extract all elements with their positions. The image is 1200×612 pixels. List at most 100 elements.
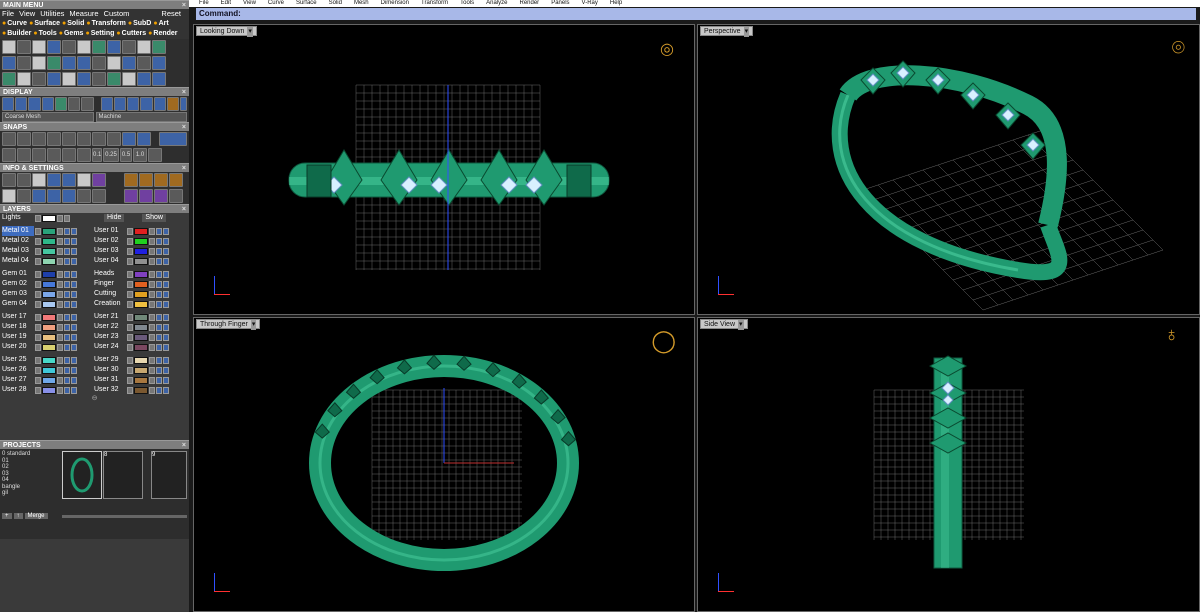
tool-icon[interactable] <box>47 40 61 54</box>
chevron-down-icon[interactable]: ▾ <box>250 320 257 330</box>
sphere-icon[interactable] <box>127 97 140 111</box>
layer-name[interactable]: Metal 03 <box>2 246 34 256</box>
layer-color-swatch[interactable] <box>134 356 148 364</box>
add-project-button[interactable]: + <box>2 513 12 519</box>
layer-menu[interactable] <box>163 270 169 278</box>
layer-menu[interactable] <box>156 323 162 331</box>
top-menu-item[interactable]: Help <box>610 0 622 7</box>
lock-icon[interactable] <box>92 189 106 203</box>
lock-icon[interactable] <box>57 280 63 288</box>
lock-icon[interactable] <box>149 257 155 265</box>
layer-name[interactable]: Gem 03 <box>2 289 34 299</box>
scroll-icon[interactable] <box>179 97 188 111</box>
layer-name[interactable]: Gem 04 <box>2 299 34 309</box>
layer-toggle[interactable] <box>35 247 41 255</box>
chevron-down-icon[interactable]: ▾ <box>738 320 744 330</box>
viewport-side[interactable]: Side View ▾ ♁ <box>697 317 1200 612</box>
layer-menu[interactable] <box>64 270 70 278</box>
lock-icon[interactable] <box>149 386 155 394</box>
smarttrack-icon[interactable] <box>62 148 76 162</box>
mesh-select[interactable]: Coarse Mesh <box>2 112 94 122</box>
xray-view-icon[interactable] <box>54 97 68 111</box>
layer-name[interactable]: Heads <box>94 269 126 279</box>
tab-tools[interactable]: ●Tools <box>33 29 56 39</box>
layer-toggle[interactable] <box>127 280 133 288</box>
layer-menu[interactable] <box>163 333 169 341</box>
layer-color-swatch[interactable] <box>42 313 56 321</box>
sphere-icon[interactable] <box>113 97 127 111</box>
menu-measure[interactable]: Measure <box>69 9 98 19</box>
collapse-icon[interactable]: ⊖ <box>0 395 189 402</box>
project-icon[interactable] <box>32 148 46 162</box>
layer-toggle[interactable] <box>127 290 133 298</box>
top-menu-item[interactable]: V-Ray <box>582 0 598 7</box>
close-icon[interactable]: × <box>182 441 189 449</box>
tool-icon[interactable] <box>137 56 151 70</box>
layer-toggle[interactable] <box>127 300 133 308</box>
layer-color-swatch[interactable] <box>134 237 148 245</box>
snap-near-icon[interactable] <box>17 132 31 146</box>
object-icon[interactable] <box>62 189 76 203</box>
tab-art[interactable]: ●Art <box>153 19 168 29</box>
layer-toggle[interactable] <box>35 214 41 222</box>
layer-menu[interactable] <box>71 333 77 341</box>
layer-menu[interactable] <box>163 257 169 265</box>
lock-icon[interactable] <box>57 290 63 298</box>
merge-button[interactable]: Merge <box>24 513 48 519</box>
layer-color-swatch[interactable] <box>42 323 56 331</box>
viewport-top-title[interactable]: Looking Down ▾ <box>196 26 257 37</box>
lock-icon[interactable] <box>149 227 155 235</box>
layer-name[interactable]: User 26 <box>2 365 34 375</box>
ring-view-icon[interactable]: ⌾ <box>1172 35 1185 61</box>
gem-icon[interactable] <box>92 173 106 187</box>
layer-toggle[interactable] <box>35 356 41 364</box>
layer-menu[interactable] <box>71 280 77 288</box>
layer-menu[interactable] <box>156 227 162 235</box>
layer-name[interactable]: User 22 <box>94 322 126 332</box>
chevron-down-icon[interactable]: ▾ <box>743 27 750 37</box>
layer-color-swatch[interactable] <box>134 280 148 288</box>
tool-icon[interactable] <box>77 72 91 86</box>
top-menu-item[interactable]: View <box>243 0 256 7</box>
tool-icon[interactable] <box>2 40 16 54</box>
planar-icon[interactable] <box>17 148 31 162</box>
layer-menu[interactable] <box>71 290 77 298</box>
gem-icon[interactable] <box>139 189 153 203</box>
tool-icon[interactable] <box>77 56 91 70</box>
up-button[interactable]: ↑ <box>13 513 23 519</box>
layer-menu[interactable] <box>156 366 162 374</box>
layer-menu[interactable] <box>64 227 70 235</box>
close-icon[interactable]: × <box>182 205 189 213</box>
layer-menu[interactable] <box>163 366 169 374</box>
lock-icon[interactable] <box>149 237 155 245</box>
layer-name[interactable]: User 01 <box>94 226 126 236</box>
layer-menu[interactable] <box>64 323 70 331</box>
layer-toggle[interactable] <box>35 270 41 278</box>
top-menu-item[interactable]: Render <box>520 0 540 7</box>
layer-menu[interactable] <box>163 237 169 245</box>
layer-menu[interactable] <box>163 356 169 364</box>
layer-name[interactable]: User 29 <box>94 355 126 365</box>
layer-toggle[interactable] <box>35 237 41 245</box>
tool-icon[interactable] <box>122 40 136 54</box>
gumball-icon[interactable] <box>77 148 91 162</box>
tool-icon[interactable] <box>32 56 46 70</box>
layer-menu[interactable] <box>71 386 77 394</box>
lock-icon[interactable] <box>57 300 63 308</box>
lock-icon[interactable] <box>149 300 155 308</box>
layer-toggle[interactable] <box>35 290 41 298</box>
layer-menu[interactable] <box>71 257 77 265</box>
edit-icon[interactable] <box>77 173 91 187</box>
render-preview-icon[interactable] <box>68 97 81 111</box>
snap-knot-icon[interactable] <box>137 132 151 146</box>
layer-color-swatch[interactable] <box>42 270 56 278</box>
layer-menu[interactable] <box>64 214 70 222</box>
ring-view-icon[interactable]: ♁ <box>1164 324 1179 347</box>
tool-icon[interactable] <box>152 40 166 54</box>
top-menu-item[interactable]: Solid <box>329 0 342 7</box>
layer-toggle[interactable] <box>127 333 133 341</box>
layer-menu[interactable] <box>64 300 70 308</box>
layer-menu[interactable] <box>156 356 162 364</box>
layer-color-swatch[interactable] <box>42 376 56 384</box>
cube-icon[interactable] <box>32 189 46 203</box>
